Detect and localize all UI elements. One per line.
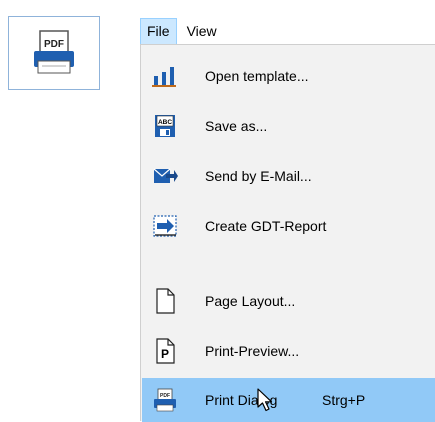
menu-item-print-dialog[interactable]: PDF Print Dialog Strg+P xyxy=(142,378,435,422)
menu-item-create-gdt-report[interactable]: Create GDT-Report xyxy=(142,204,435,248)
menu-item-label: Print-Preview... xyxy=(205,343,300,359)
page-icon xyxy=(152,288,178,314)
print-preview-icon: P xyxy=(152,338,178,364)
menu-item-page-layout[interactable]: Page Layout... xyxy=(142,279,435,323)
mouse-pointer-icon xyxy=(257,388,275,415)
menu-item-print-preview[interactable]: P Print-Preview... xyxy=(142,329,435,373)
svg-text:ABC: ABC xyxy=(158,119,172,126)
file-menu-dropdown: Open template... ABC Save as... Send by … xyxy=(140,44,435,422)
menu-item-label: Open template... xyxy=(205,68,309,84)
svg-text:P: P xyxy=(161,347,169,361)
floppy-disk-abc-icon: ABC xyxy=(152,114,178,138)
svg-text:PDF: PDF xyxy=(160,393,170,399)
menu-view[interactable]: View xyxy=(177,18,225,44)
menu-item-label: Create GDT-Report xyxy=(205,218,327,234)
menu-item-open-template[interactable]: Open template... xyxy=(142,54,435,98)
envelope-arrow-icon xyxy=(152,164,178,188)
shortcut-label: Strg+P xyxy=(322,392,366,408)
menu-item-label: Save as... xyxy=(205,118,268,134)
menu-item-label: Send by E-Mail... xyxy=(205,168,312,184)
print-pdf-toolbar-button[interactable]: PDF xyxy=(8,16,100,90)
menu-item-save-as[interactable]: ABC Save as... xyxy=(142,104,435,148)
menu-file[interactable]: File xyxy=(140,18,177,44)
bar-chart-icon xyxy=(152,64,178,88)
menu-item-label: Page Layout... xyxy=(205,293,296,309)
menu-item-send-email[interactable]: Send by E-Mail... xyxy=(142,154,435,198)
gdt-report-icon xyxy=(152,214,178,238)
pdf-printer-icon: PDF xyxy=(152,388,178,412)
svg-text:PDF: PDF xyxy=(44,39,64,50)
pdf-printer-icon: PDF xyxy=(34,30,74,74)
menu-bar: File View xyxy=(140,18,435,44)
